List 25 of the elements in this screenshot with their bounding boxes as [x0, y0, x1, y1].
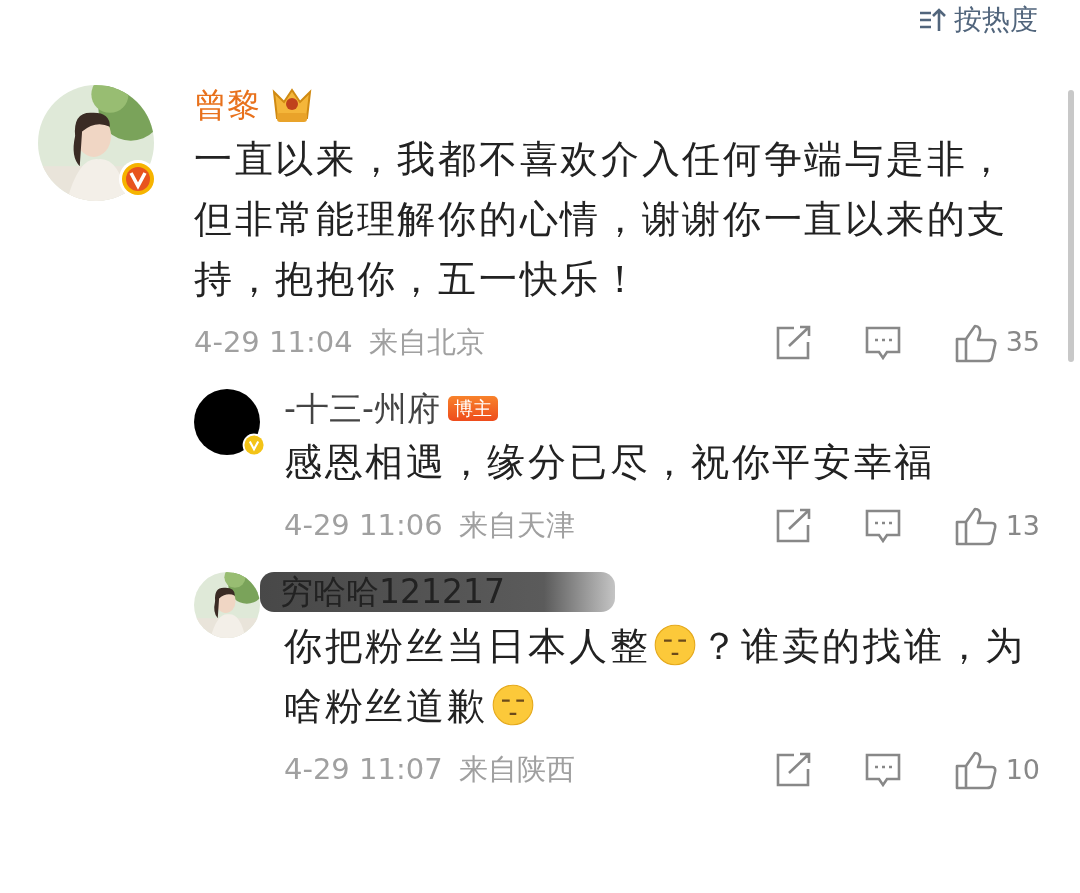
sort-icon	[918, 7, 948, 33]
comment-icon[interactable]	[863, 508, 902, 545]
like-button[interactable]: 35	[953, 322, 1040, 363]
emoji-icon	[490, 682, 535, 727]
comment-text: 感恩相遇，缘分已尽，祝你平安幸福	[284, 440, 936, 485]
user-name[interactable]: 曾黎	[194, 85, 260, 125]
comment-location: 来自陕西	[458, 751, 575, 789]
comment-time: 4-29 11:06	[284, 507, 443, 545]
comment-icon[interactable]	[863, 751, 902, 788]
comment-location: 来自天津	[458, 507, 575, 545]
comment-text: 一直以来，我都不喜欢介入任何争端与是非，但非常能理解你的心情，谢谢你一直以来的支持，抱抱你，五一快乐！	[194, 136, 1008, 301]
comment-time: 4-29 11:07	[284, 751, 443, 789]
scrollbar[interactable]	[1068, 90, 1074, 362]
comment-text: ？谁卖的找谁，为	[700, 623, 1026, 668]
user-name[interactable]: -十三-州府	[284, 388, 440, 429]
comment-location: 来自北京	[368, 323, 485, 361]
author-tag: 博主	[447, 395, 498, 421]
like-button[interactable]: 13	[953, 505, 1040, 547]
comment-time: 4-29 11:04	[194, 323, 353, 361]
comment-text: 你把粉丝当日本人整	[284, 623, 651, 668]
comment-icon[interactable]	[863, 324, 902, 361]
sort-button[interactable]: 按热度	[918, 6, 1038, 34]
comment-text: 啥粉丝道歉	[284, 683, 488, 728]
like-button[interactable]: 10	[953, 749, 1040, 791]
emoji-icon	[653, 622, 698, 667]
